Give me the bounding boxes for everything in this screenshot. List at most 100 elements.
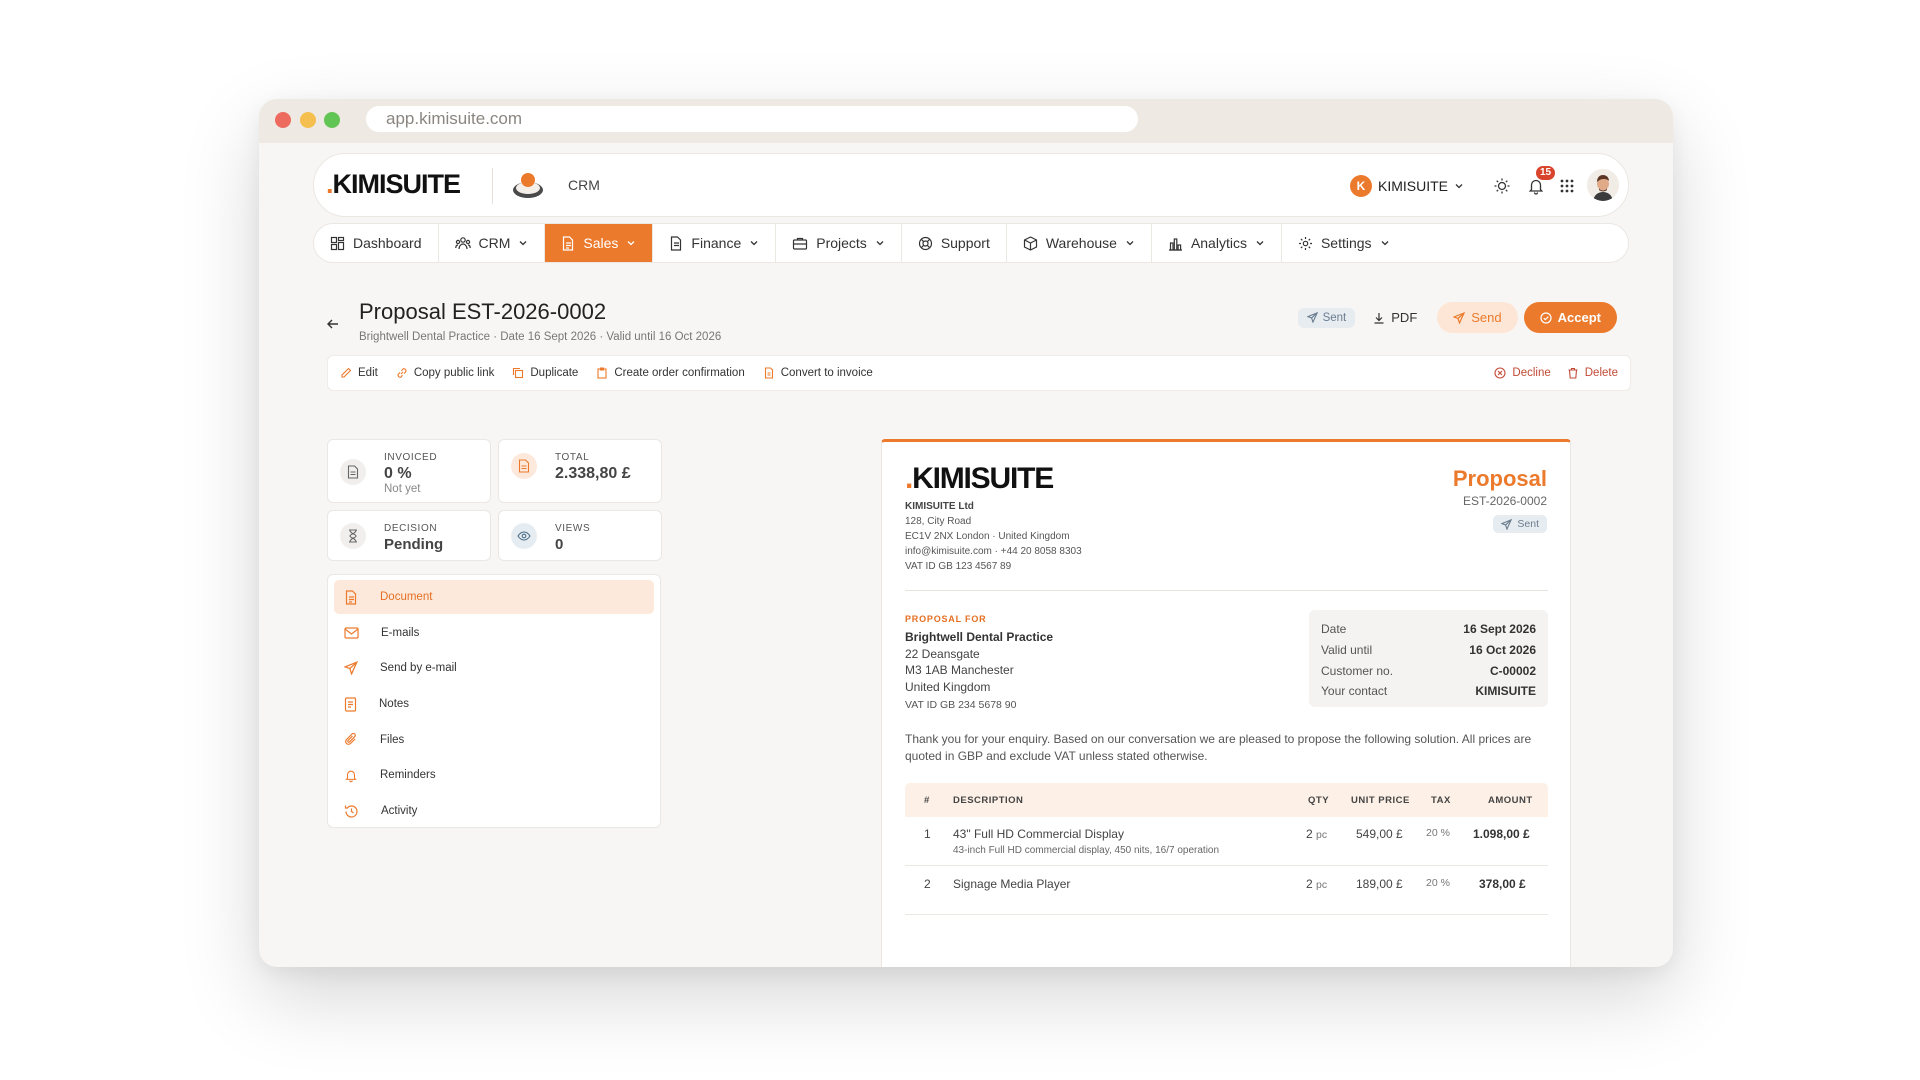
accept-button-label: Accept <box>1557 310 1601 325</box>
logo-text: KIMISUITE <box>332 169 462 199</box>
meta-row: Date 16 Sept 2026 <box>1321 619 1536 640</box>
meta-label: Valid until <box>1321 642 1373 657</box>
lifebuoy-icon <box>918 236 932 250</box>
copy-icon <box>513 367 524 379</box>
meta-label: Your contact <box>1321 684 1388 699</box>
meta-row: Your contact KIMISUITE <box>1321 681 1536 702</box>
nav-projects[interactable]: Projects <box>776 224 902 262</box>
nav-warehouse[interactable]: Warehouse <box>1007 224 1152 262</box>
theme-toggle-button[interactable] <box>1490 174 1514 198</box>
nav-dashboard-label: Dashboard <box>353 235 422 251</box>
nav-warehouse-label: Warehouse <box>1045 235 1117 251</box>
duplicate-button[interactable]: Duplicate <box>512 367 578 379</box>
send-button[interactable]: Send <box>1437 302 1518 333</box>
nav-projects-label: Projects <box>816 235 867 251</box>
customer-name: Brightwell Dental Practice <box>905 630 1054 644</box>
menu-item-label: Notes <box>379 698 410 711</box>
main-nav: Dashboard CRM Sales Finance Projects Sup… <box>313 223 1629 263</box>
sender-city: EC1V 2NX London · United Kingdom <box>905 531 1070 542</box>
menu-item-reminders[interactable]: Reminders <box>334 758 654 792</box>
nav-dashboard[interactable]: Dashboard <box>314 224 439 262</box>
action-toolbar: Edit Copy public link Duplicate Create o… <box>327 355 1631 391</box>
edit-button[interactable]: Edit <box>340 367 378 379</box>
menu-item-activity[interactable]: Activity <box>334 794 654 828</box>
app-logo[interactable]: .KIMISUITE <box>326 169 462 200</box>
document-icon <box>563 235 574 251</box>
browser-window: app.kimisuite.com .KIMISUITE CRM K KIMIS… <box>259 99 1673 967</box>
menu-item-document[interactable]: Document <box>334 580 654 614</box>
page-subtitle: Brightwell Dental Practice · Date 16 Sep… <box>359 331 722 343</box>
company-switcher[interactable]: K KIMISUITE <box>1350 174 1464 198</box>
decline-button[interactable]: Decline <box>1494 367 1551 379</box>
arrow-left-icon <box>327 319 338 329</box>
user-avatar[interactable] <box>1587 169 1619 201</box>
customer-address: Brightwell Dental Practice 22 Deansgate … <box>905 629 1053 714</box>
chevron-down-icon <box>1126 241 1134 246</box>
copy-public-link-button[interactable]: Copy public link <box>396 367 494 379</box>
pdf-button[interactable]: PDF <box>1373 310 1417 325</box>
app-header: .KIMISUITE CRM K KIMISUITE 15 <box>313 153 1629 217</box>
bell-icon <box>345 770 357 783</box>
meta-row: Customer no. C-00002 <box>1321 661 1536 682</box>
download-icon <box>1374 312 1384 324</box>
menu-item-emails[interactable]: E-mails <box>334 616 654 650</box>
maximize-window-button[interactable] <box>324 112 340 128</box>
nav-sales[interactable]: Sales <box>545 224 654 262</box>
divider <box>905 590 1548 591</box>
browser-chrome: app.kimisuite.com <box>259 99 1673 143</box>
nav-support[interactable]: Support <box>902 224 1007 262</box>
clipboard-icon <box>597 367 607 379</box>
row-number: 1 <box>924 827 931 841</box>
proposal-for-label: PROPOSAL FOR <box>905 614 987 624</box>
apps-grid-button[interactable] <box>1555 174 1579 198</box>
delete-label: Delete <box>1584 367 1618 379</box>
back-button[interactable] <box>326 317 340 336</box>
item-subdescription: 43-inch Full HD commercial display, 450 … <box>953 845 1220 856</box>
x-circle-icon <box>1494 367 1506 379</box>
chevron-down-icon <box>876 241 884 246</box>
nav-crm[interactable]: CRM <box>439 224 546 262</box>
edit-button-label: Edit <box>358 367 378 379</box>
pencil-icon <box>341 367 352 378</box>
sender-address: KIMISUITE Ltd 128, City Road EC1V 2NX Lo… <box>905 499 1082 574</box>
column-header: DESCRIPTION <box>953 795 1024 806</box>
nav-analytics[interactable]: Analytics <box>1152 224 1282 262</box>
close-window-button[interactable] <box>275 112 291 128</box>
send-icon <box>1453 311 1466 324</box>
qty-value: 2 <box>1306 877 1313 891</box>
address-bar[interactable]: app.kimisuite.com <box>366 106 1138 132</box>
menu-item-notes[interactable]: Notes <box>334 687 654 721</box>
menu-item-send-by-email[interactable]: Send by e-mail <box>334 651 654 685</box>
notifications-button[interactable]: 15 <box>1524 166 1556 198</box>
table-row[interactable]: 2 Signage Media Player 2 pc 189,00 £ 20 … <box>905 866 1548 915</box>
views-stat-card: Views 0 <box>498 510 662 561</box>
module-label: CRM <box>568 177 600 193</box>
accept-button[interactable]: Accept <box>1523 302 1617 333</box>
convert-to-invoice-button[interactable]: Convert to invoice <box>763 367 873 379</box>
delete-button[interactable]: Delete <box>1567 367 1618 379</box>
customer-country: United Kingdom <box>905 679 991 694</box>
create-order-confirmation-button[interactable]: Create order confirmation <box>596 367 745 379</box>
minimize-window-button[interactable] <box>300 112 316 128</box>
document-status-label: Sent <box>1517 518 1539 530</box>
hourglass-icon <box>340 523 366 549</box>
duplicate-label: Duplicate <box>530 367 579 379</box>
item-tax: 20 % <box>1426 877 1450 889</box>
decision-stat-card: Decision Pending <box>327 510 491 561</box>
nav-settings[interactable]: Settings <box>1282 224 1406 262</box>
views-label: Views <box>555 523 591 534</box>
table-row[interactable]: 1 43" Full HD Commercial Display 43-inch… <box>905 817 1548 866</box>
menu-item-files[interactable]: Files <box>334 723 654 757</box>
nav-finance[interactable]: Finance <box>653 224 777 262</box>
nav-finance-label: Finance <box>691 235 742 251</box>
crm-module-icon[interactable] <box>510 170 546 200</box>
grid-icon <box>1560 179 1574 193</box>
item-quantity: 2 pc <box>1306 827 1327 841</box>
column-header: TAX <box>1431 795 1451 806</box>
box-icon <box>1023 235 1037 251</box>
row-number: 2 <box>924 877 931 891</box>
send-icon <box>344 661 358 676</box>
line-items-header: # DESCRIPTION QTY UNIT PRICE TAX AMOUNT <box>905 783 1548 817</box>
sun-icon <box>1494 178 1510 194</box>
trash-icon <box>1568 367 1578 379</box>
